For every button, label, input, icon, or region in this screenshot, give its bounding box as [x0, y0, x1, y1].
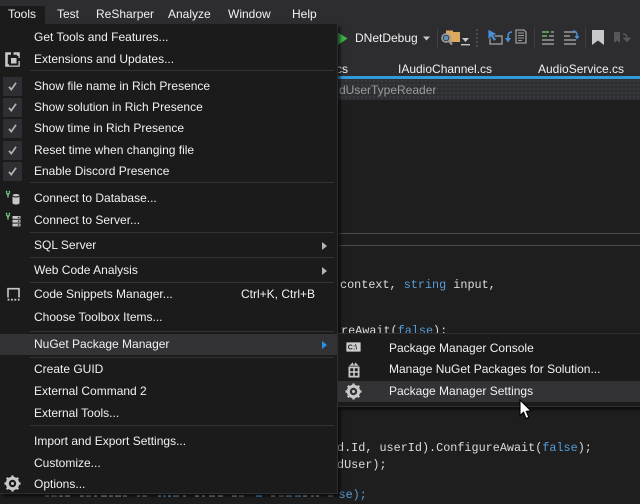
svg-text:C:\: C:\	[348, 344, 357, 351]
